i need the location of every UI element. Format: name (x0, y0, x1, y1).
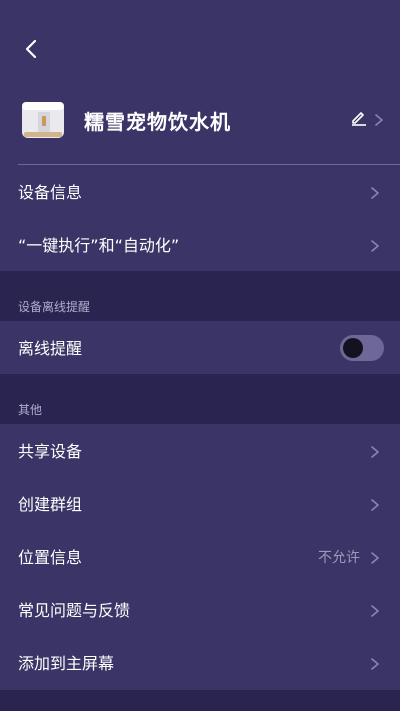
create-group-label: 创建群组 (18, 495, 83, 514)
chevron-right-icon (370, 603, 382, 617)
water-fountain-device-icon (18, 98, 68, 142)
back-button[interactable] (14, 34, 48, 68)
other-section-title: 其他 (18, 403, 43, 417)
offline-section-title: 设备离线提醒 (18, 300, 91, 314)
location-info-label: 位置信息 (18, 548, 83, 567)
add-to-home-screen-row[interactable]: 添加到主屏幕 (0, 636, 400, 689)
other-section-header: 其他 (0, 374, 400, 424)
automation-label: “一键执行”和“自动化” (18, 236, 180, 255)
offline-reminder-label: 离线提醒 (18, 339, 83, 358)
chevron-right-icon (370, 497, 382, 511)
chevron-right-icon (374, 112, 386, 126)
create-group-row[interactable]: 创建群组 (0, 477, 400, 530)
device-header-row[interactable]: 糯雪宠物饮水机 (0, 94, 400, 150)
device-settings-page: 糯雪宠物饮水机 设备信息 “一键执行”和“自动化” 设备离线提醒 离线提醒 其他… (0, 0, 400, 711)
automation-row[interactable]: “一键执行”和“自动化” (0, 218, 400, 271)
device-info-row[interactable]: 设备信息 (0, 165, 400, 218)
device-name: 糯雪宠物饮水机 (84, 110, 231, 134)
offline-section-header: 设备离线提醒 (0, 271, 400, 321)
edit-device-name-button[interactable] (350, 108, 386, 130)
location-info-row[interactable]: 位置信息 不允许 (0, 530, 400, 583)
other-settings-list: 共享设备 创建群组 位置信息 不允许 常见问题与反馈 添加到主屏幕 (0, 424, 400, 690)
header-panel: 糯雪宠物饮水机 设备信息 “一键执行”和“自动化” (0, 0, 400, 271)
location-permission-value: 不允许 (318, 549, 360, 566)
pencil-icon (350, 108, 368, 130)
back-arrow-icon (23, 38, 39, 64)
chevron-right-icon (370, 444, 382, 458)
offline-reminder-row: 离线提醒 (0, 321, 400, 374)
offline-reminder-toggle[interactable] (340, 335, 384, 361)
chevron-right-icon (370, 656, 382, 670)
toggle-knob (343, 338, 363, 358)
device-info-label: 设备信息 (18, 183, 83, 202)
chevron-right-icon (370, 550, 382, 564)
add-to-home-screen-label: 添加到主屏幕 (18, 654, 115, 673)
chevron-right-icon (370, 185, 382, 199)
chevron-right-icon (370, 238, 382, 252)
bottom-band (0, 690, 400, 711)
faq-feedback-label: 常见问题与反馈 (18, 601, 131, 620)
share-device-label: 共享设备 (18, 442, 83, 461)
faq-feedback-row[interactable]: 常见问题与反馈 (0, 583, 400, 636)
share-device-row[interactable]: 共享设备 (0, 424, 400, 477)
